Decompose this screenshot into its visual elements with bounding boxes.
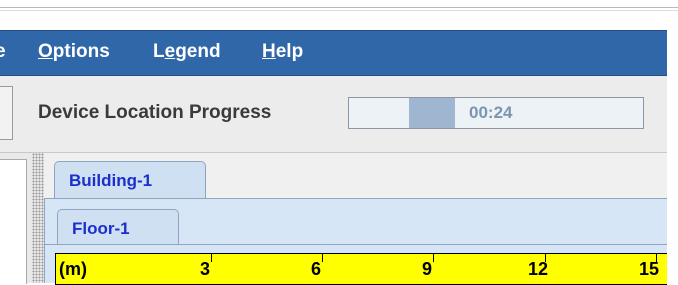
menu-legend-mnemonic: e: [164, 41, 176, 62]
toolbar-button-partial[interactable]: [0, 86, 13, 140]
menu-options-mnemonic: O: [38, 41, 53, 62]
window-top-strip: [0, 0, 678, 30]
menu-legend-rest: gend: [175, 41, 221, 62]
progress-time: 00:24: [469, 103, 513, 122]
menu-options[interactable]: Options: [38, 41, 110, 63]
tab-floor-1[interactable]: Floor-1: [57, 209, 179, 245]
ruler-tick-label: 3: [200, 259, 211, 279]
floor-tab-strip-line: [45, 244, 667, 245]
ruler-tick-label: 12: [528, 259, 549, 279]
left-panel-inner: [0, 159, 27, 284]
left-panel: [0, 153, 33, 284]
menu-item-partial[interactable]: e: [0, 41, 8, 63]
ruler-tick-mark: [211, 254, 212, 262]
ruler-tick-label: 15: [639, 259, 660, 279]
progress-indicator: [409, 98, 455, 128]
ruler-tick-label: 6: [311, 259, 322, 279]
top-divider: [0, 7, 678, 8]
menu-help-mnemonic: H: [262, 41, 276, 62]
menu-legend-pre: L: [153, 41, 165, 62]
tab-building-1[interactable]: Building-1: [54, 161, 206, 199]
menu-options-rest: ptions: [52, 41, 110, 62]
horizontal-ruler: (m) 3 6 9 12 15: [55, 253, 667, 285]
device-location-progress-bar: 00:24: [348, 97, 644, 129]
progress-toolbar: Device Location Progress 00:24: [0, 76, 667, 153]
ruler-tick-label: 9: [422, 259, 433, 279]
menu-legend[interactable]: Legend: [153, 41, 221, 63]
ruler-tick-mark: [322, 254, 323, 262]
main-content: Building-1 Floor-1 (m) 3 6 9 12 15: [44, 153, 667, 285]
split-pane-divider[interactable]: [32, 153, 44, 283]
menu-help[interactable]: Help: [262, 41, 303, 63]
ruler-unit: (m): [59, 259, 87, 279]
top-divider-secondary: [0, 10, 678, 11]
menu-bar: e Options Legend Help: [0, 30, 667, 76]
building-tab-panel: Floor-1 (m) 3 6 9 12 15: [44, 199, 667, 285]
menu-help-rest: elp: [275, 41, 304, 62]
progress-label: Device Location Progress: [38, 102, 272, 123]
ruler-tick-mark: [433, 254, 434, 262]
